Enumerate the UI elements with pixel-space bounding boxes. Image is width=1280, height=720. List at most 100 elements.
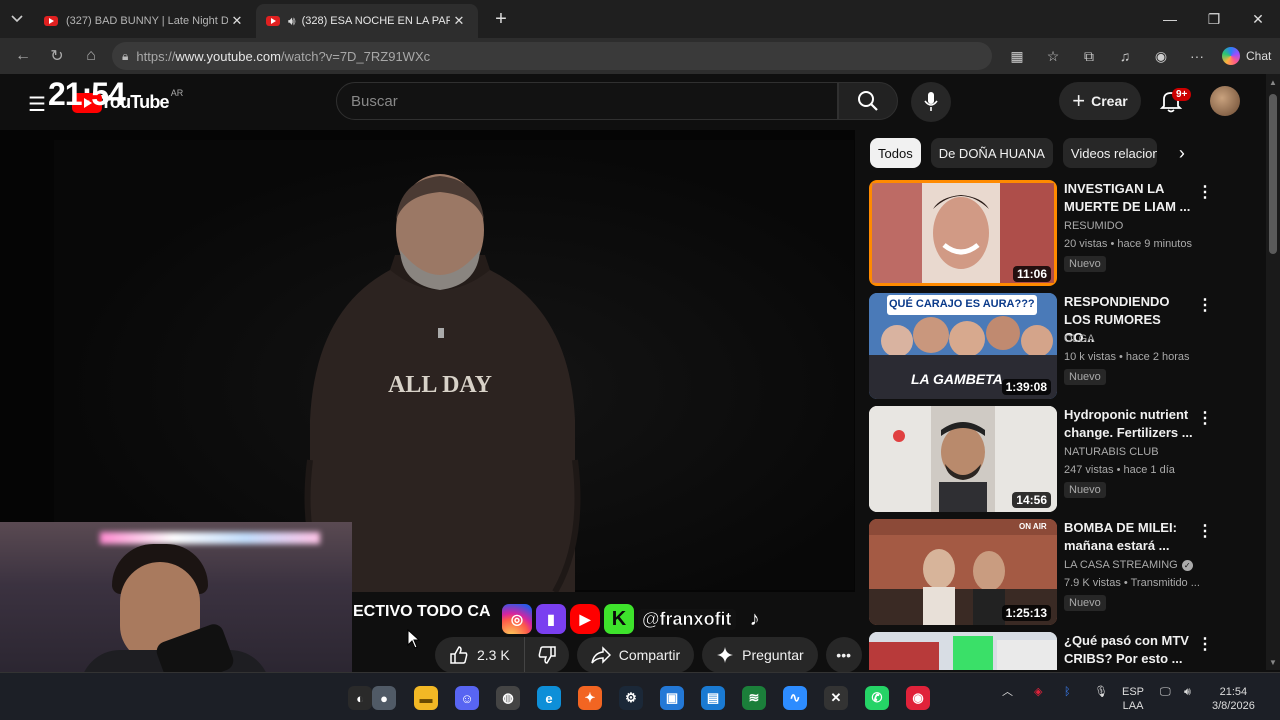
reload-icon[interactable]: ↻ [40,46,74,66]
share-button[interactable]: Compartir [576,637,695,673]
related-video-title[interactable]: INVESTIGAN LA MUERTE DE LIAM ... [1064,180,1194,216]
taskbar-app-icon[interactable]: ◍ [496,686,520,710]
more-vertical-icon[interactable]: ⋮ [1197,634,1213,654]
ask-button[interactable]: Preguntar [702,637,818,673]
favorite-star-icon[interactable]: ☆ [1038,48,1068,65]
search-button[interactable] [838,82,898,120]
profile-icon[interactable]: ◉ [1146,48,1176,65]
more-options-icon[interactable]: ··· [1182,48,1212,64]
chip-all[interactable]: Todos [870,138,921,168]
scroll-up-arrow-icon[interactable]: ▲ [1269,78,1277,87]
related-video-title[interactable]: Hydroponic nutrient change. Fertilizers … [1064,406,1194,442]
url-prefix: https:// [136,48,176,64]
user-avatar[interactable] [1210,86,1240,116]
minimize-icon[interactable]: — [1148,11,1192,28]
edge-browser-icon[interactable]: e [537,686,561,710]
chevron-right-icon[interactable]: › [1167,143,1197,164]
media-control-icon[interactable]: ♫ [1110,48,1140,64]
related-video-item[interactable]: ON AIR 1:25:13 BOMBA DE MILEI: mañana es… [869,519,1215,627]
copilot-chat-button[interactable]: Chat [1222,47,1271,65]
steam-icon[interactable]: ⚙ [619,686,643,710]
taskbar-app-icon[interactable]: ◐ [348,686,372,710]
tray-microphone-icon[interactable]: 🎙︎ [1094,685,1108,699]
system-clock[interactable]: 21:54 3/8/2026 [1212,685,1255,713]
browser-tab-active[interactable]: 🔊︎ (328) ESA NOCHE EN LA PARADA ✕ [256,4,478,38]
channel-name[interactable]: LA CASA STREAMING ✓ [1064,559,1193,571]
chip-channel[interactable]: De DOÑA HUANA [930,138,1053,168]
scroll-down-arrow-icon[interactable]: ▼ [1269,658,1277,667]
tray-app-icon[interactable]: ◈ [1034,685,1042,699]
search-placeholder: Buscar [351,92,398,110]
file-explorer-icon[interactable]: ▬ [414,686,438,710]
extensions-icon[interactable]: ⧉ [1074,48,1104,65]
tab-actions-menu-button[interactable] [0,0,34,38]
video-thumbnail[interactable]: 14:56 [869,406,1057,512]
site-info-icon[interactable]: 🔒︎ [122,49,128,64]
taskbar-app-icon[interactable]: ◉ [906,686,930,710]
related-video-item[interactable]: QUÉ CARAJO ES AURA??? LA GAMBETA 1:39:08… [869,293,1215,401]
more-actions-button[interactable]: ••• [825,637,862,673]
tab-title: (327) BAD BUNNY | Late Night Drive [66,15,228,27]
page-scrollbar[interactable]: ▲ ▼ [1266,74,1280,670]
window-close-icon[interactable]: ✕ [1236,11,1280,28]
related-video-title[interactable]: ¿Qué pasó con MTV CRIBS? Por esto ... [1064,632,1194,668]
address-bar[interactable]: 🔒︎ https://www.youtube.com/watch?v=7D_7R… [112,42,992,70]
dislike-button[interactable] [524,637,569,673]
create-button[interactable]: + Crear [1059,82,1141,120]
input-language-indicator[interactable]: ESP LAA [1122,685,1144,713]
video-thumbnail[interactable]: 11:06 [869,180,1057,286]
maximize-icon[interactable]: ❐ [1192,11,1236,28]
related-video-item[interactable]: 14:56 Hydroponic nutrient change. Fertil… [869,406,1215,514]
channel-name[interactable]: RESUMIDO [1064,220,1123,232]
discord-icon[interactable]: ☺ [455,686,479,710]
chip-related[interactable]: Videos relacionados [1062,138,1157,168]
bluetooth-icon[interactable]: ᛒ [1064,685,1071,699]
search-input[interactable]: Buscar [336,82,838,120]
video-thumbnail[interactable] [869,632,1057,670]
more-vertical-icon[interactable]: ⋮ [1197,182,1213,202]
whatsapp-icon[interactable]: ✆ [865,686,889,710]
channel-name[interactable]: NATURABIS CLUB [1064,446,1159,458]
tab-close-icon[interactable]: ✕ [450,13,468,29]
create-label: Crear [1091,93,1128,109]
video-duration: 14:56 [1012,492,1051,508]
taskbar-app-icon[interactable]: ▤ [701,686,725,710]
more-vertical-icon[interactable]: ⋮ [1197,295,1213,315]
taskbar-app-icon[interactable]: ∿ [783,686,807,710]
taskbar-app-icon[interactable]: ≋ [742,686,766,710]
scrollbar-thumb[interactable] [1269,94,1277,254]
tab-close-icon[interactable]: ✕ [228,13,246,29]
voice-search-button[interactable] [911,82,951,122]
taskbar-app-icon[interactable]: ✦ [578,686,602,710]
social-handle: @franxofit [638,608,736,630]
sparkle-icon [717,647,734,663]
related-video-item[interactable]: 11:06 INVESTIGAN LA MUERTE DE LIAM ... R… [869,180,1215,288]
volume-icon[interactable]: 🔊︎ [1184,685,1191,699]
video-thumbnail[interactable]: QUÉ CARAJO ES AURA??? LA GAMBETA 1:39:08 [869,293,1057,399]
hamburger-menu-icon[interactable]: ☰ [28,92,46,117]
xbox-icon[interactable]: ✕ [824,686,848,710]
related-video-title[interactable]: BOMBA DE MILEI: mañana estará ... [1064,519,1194,555]
browser-tab-bad-bunny[interactable]: (327) BAD BUNNY | Late Night Drive ✕ [34,4,256,38]
channel-name[interactable]: OLGA [1064,333,1095,345]
tray-overflow-chevron-icon[interactable]: ︿ [1002,685,1013,699]
network-icon[interactable]: 🖵︎ [1160,685,1171,699]
thumbs-down-icon [538,646,556,664]
app-available-icon[interactable]: ▦ [1002,48,1032,65]
more-vertical-icon[interactable]: ⋮ [1197,521,1213,541]
video-meta: 247 vistas • hace 1 día [1064,464,1175,476]
speaker-icon[interactable]: 🔊︎ [288,14,296,29]
like-button[interactable]: 2.3 K [435,637,525,673]
more-vertical-icon[interactable]: ⋮ [1197,408,1213,428]
back-arrow-icon[interactable]: ← [6,47,40,65]
home-icon[interactable]: ⌂ [74,47,108,65]
browser-toolbar: ← ↻ ⌂ 🔒︎ https://www.youtube.com/watch?v… [0,38,1280,74]
related-video-item[interactable]: ¿Qué pasó con MTV CRIBS? Por esto ... ⋮ [869,632,1215,670]
twitch-icon: ▮ [536,604,566,634]
taskbar-app-icon[interactable]: ● [372,686,396,710]
streamer-webcam-overlay [0,522,352,680]
new-tab-button[interactable]: + [486,8,516,31]
microsoft-store-icon[interactable]: ▣ [660,686,684,710]
clock-time: 21:54 [1219,686,1248,698]
video-thumbnail[interactable]: ON AIR 1:25:13 [869,519,1057,625]
